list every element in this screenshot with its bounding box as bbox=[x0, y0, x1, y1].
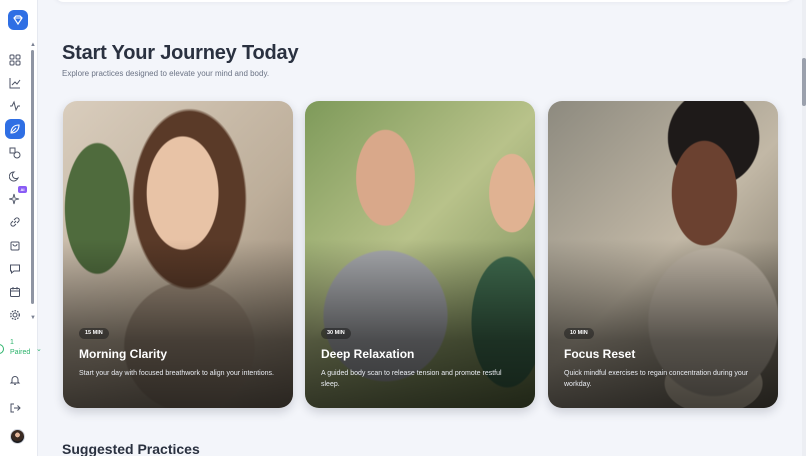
logout-icon[interactable] bbox=[7, 400, 23, 416]
bag-icon[interactable] bbox=[7, 237, 23, 253]
card-title: Deep Relaxation bbox=[321, 347, 415, 361]
leaf-icon[interactable] bbox=[5, 119, 25, 139]
sidebar-scroll-down-icon[interactable]: ▼ bbox=[30, 315, 36, 321]
suggested-practices-heading: Suggested Practices bbox=[62, 441, 200, 456]
paired-label: Paired bbox=[10, 349, 31, 356]
duration-badge: 10 MIN bbox=[564, 328, 594, 339]
card-title: Morning Clarity bbox=[79, 347, 168, 361]
paired-count: 1 bbox=[10, 339, 14, 346]
duration-badge: 30 MIN bbox=[321, 328, 351, 339]
ai-badge: AI bbox=[18, 186, 27, 193]
sidebar-scroll-up-icon[interactable]: ▲ bbox=[30, 42, 36, 48]
chart-icon[interactable] bbox=[7, 75, 23, 91]
chat-icon[interactable] bbox=[7, 261, 23, 277]
link-icon[interactable] bbox=[7, 214, 23, 230]
bell-icon[interactable] bbox=[7, 372, 23, 388]
card-description: A guided body scan to release tension an… bbox=[321, 370, 502, 388]
duration-badge: 15 MIN bbox=[79, 328, 109, 339]
card-description: Quick mindful exercises to regain concen… bbox=[564, 370, 749, 388]
card-title: Focus Reset bbox=[564, 347, 636, 361]
practice-card-deep-relaxation[interactable]: 30 MIN Deep Relaxation A guided body sca… bbox=[305, 101, 535, 408]
paired-devices-status[interactable]: 1 Paired ⌄ bbox=[0, 339, 42, 361]
main-content: Start Your Journey Today Explore practic… bbox=[38, 0, 802, 456]
shapes-icon[interactable] bbox=[7, 145, 23, 161]
sparkles-icon[interactable] bbox=[7, 191, 23, 207]
sidebar: ▲ ▼ AI 1 Paired ⌄ bbox=[0, 0, 42, 456]
practice-card-morning-clarity[interactable]: 15 MIN Morning Clarity Start your day wi… bbox=[63, 101, 293, 408]
dashboard-icon[interactable] bbox=[7, 52, 23, 68]
sidebar-scrollbar[interactable] bbox=[31, 50, 34, 304]
avatar[interactable] bbox=[10, 429, 25, 444]
page-scrollbar-thumb[interactable] bbox=[802, 58, 806, 106]
card-description: Start your day with focused breathwork t… bbox=[79, 370, 274, 377]
activity-icon[interactable] bbox=[7, 98, 23, 114]
practice-card-focus-reset[interactable]: 10 MIN Focus Reset Quick mindful exercis… bbox=[548, 101, 778, 408]
moon-icon[interactable] bbox=[7, 168, 23, 184]
app-logo-icon[interactable] bbox=[8, 10, 28, 30]
calendar-icon[interactable] bbox=[7, 284, 23, 300]
previous-section-card bbox=[54, 0, 794, 2]
paired-indicator-icon bbox=[0, 344, 4, 354]
settings-icon[interactable] bbox=[7, 307, 23, 323]
page-title: Start Your Journey Today bbox=[62, 42, 299, 64]
page-subtitle: Explore practices designed to elevate yo… bbox=[62, 69, 270, 78]
